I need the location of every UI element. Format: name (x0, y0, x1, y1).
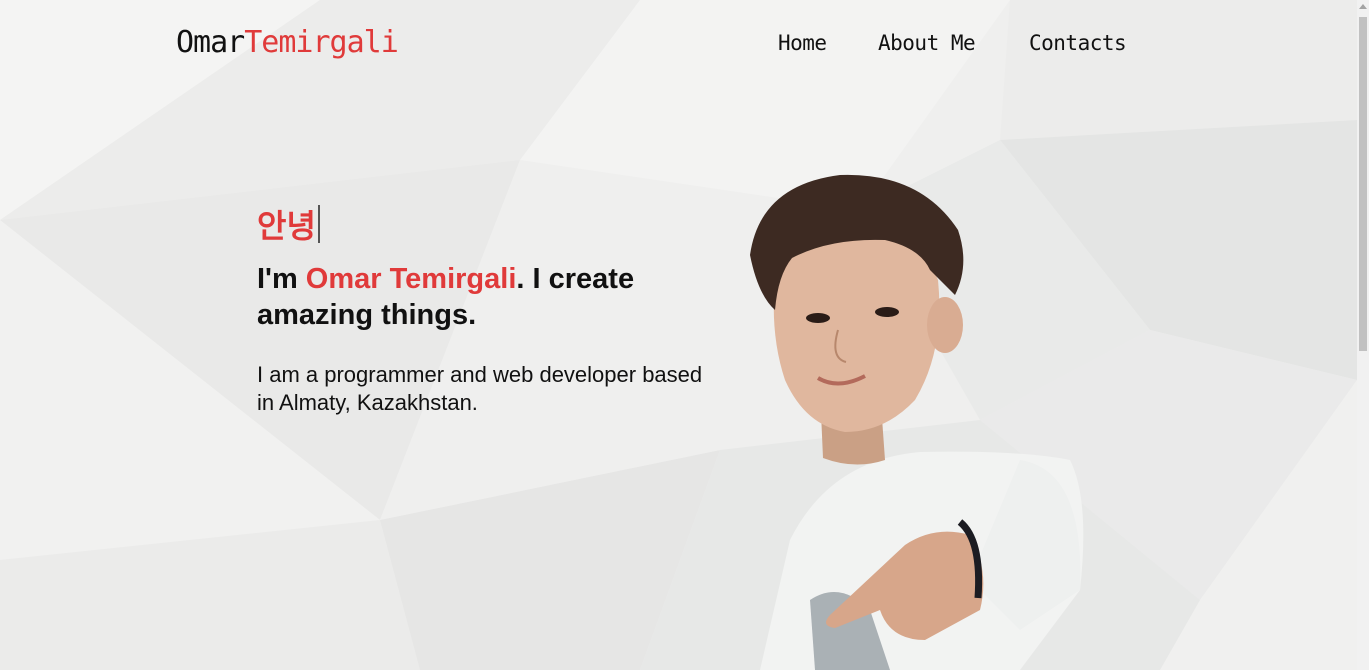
site-logo[interactable]: OmarTemirgali (176, 25, 399, 60)
greeting: 안녕 (257, 203, 727, 245)
main-nav: Home About Me Contacts (778, 31, 1127, 55)
hero-section: 안녕 I'm Omar Temirgali. I create amazing … (257, 203, 727, 417)
greeting-text: 안녕 (257, 207, 316, 245)
hero-headline: I'm Omar Temirgali. I create amazing thi… (257, 261, 677, 333)
scrollbar-thumb[interactable] (1359, 17, 1367, 351)
typing-cursor (317, 205, 320, 243)
headline-prefix: I'm (257, 263, 306, 295)
nav-about-link[interactable]: About Me (878, 31, 1029, 55)
logo-last-name: Temirgali (244, 25, 399, 60)
nav-home-link[interactable]: Home (778, 31, 878, 55)
scroll-up-arrow-icon[interactable] (1359, 4, 1367, 9)
portrait-photo (750, 174, 1084, 670)
nav-contacts-link[interactable]: Contacts (1029, 31, 1127, 55)
logo-first-name: Omar (176, 25, 245, 60)
page-scrollbar[interactable] (1357, 0, 1369, 670)
headline-name: Omar Temirgali (305, 263, 517, 295)
hero-intro: I am a programmer and web developer base… (257, 362, 703, 415)
